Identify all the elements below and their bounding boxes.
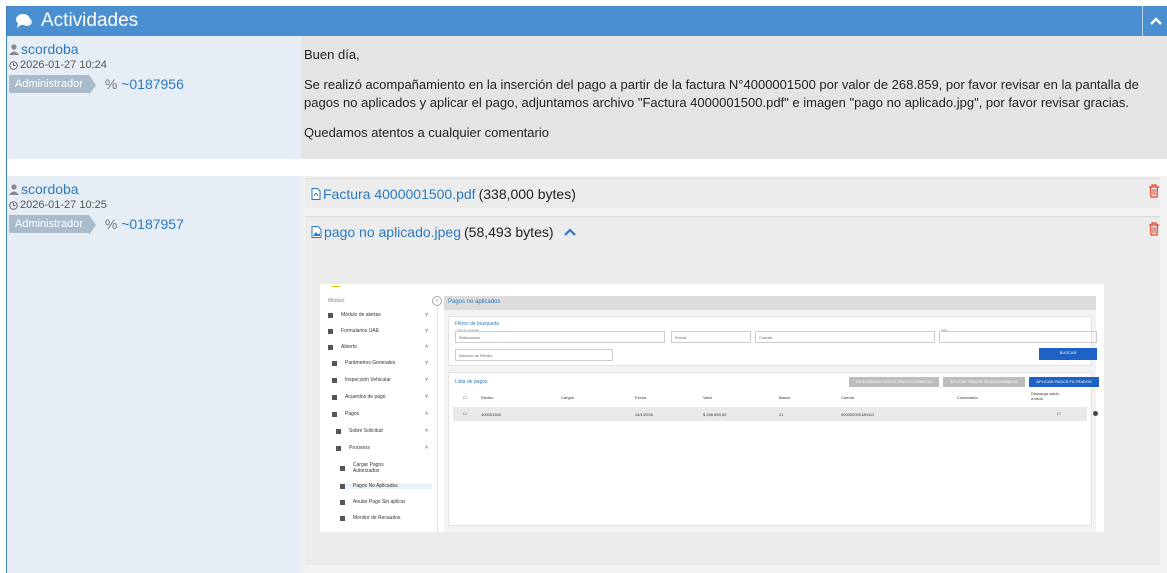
activities-panel: Actividades scordoba 2026-01-27 10:24 Ad… [6,6,1167,573]
image-preview[interactable]: Módulo Módulo de alertas ˅ Formularios UA… [319,283,1105,533]
paragraph: Se realizó acompañamiento en la inserció… [304,77,1139,110]
attachment-item: pago no aplicado.jpeg (58,493 bytes) Mód… [305,216,1160,565]
activity-entry: scordoba 2026-01-27 10:25 Administrador … [7,176,1167,573]
user-link[interactable]: scordoba [9,181,301,197]
role-badge: Administrador [9,215,96,235]
link-icon: % [104,216,118,232]
attachment-size: (58,493 bytes) [464,224,554,240]
attachment-size: (338,000 bytes) [478,186,576,202]
clock-icon [9,200,18,210]
preview-sidebar-top: Módulo [328,298,345,304]
date-text: 2026-01-27 10:25 [20,199,107,211]
pdf-file-icon [311,188,321,200]
preview-sidebar-item: Monitor de Recaudos [340,515,432,521]
role-badge: Administrador [9,75,96,95]
chevron-up-icon [1149,17,1162,25]
preview-col: Banco [779,395,791,400]
user-icon [9,183,19,195]
entry-separator [7,159,1167,176]
user-icon [9,43,19,55]
preview-sidebar-item: Anular Pago Sin aplicar [340,499,432,505]
preview-sidebar-item: Formularios UAE ˅ [328,328,432,334]
attachment-link[interactable]: pago no aplicado.jpeg [324,224,461,240]
preview-table-row: ☐ 400001500 14/1/2026 $ 268.859,00 21 00… [453,407,1098,421]
preview-sidebar-item: Inspección Vehicular ˅ [332,377,432,383]
preview-sidebar-item: Módulo de alertas ˅ [328,312,432,318]
preview-value-input [939,331,1097,343]
preview-col: Cuenta [841,395,854,400]
info-icon [1093,411,1098,416]
collapse-button[interactable] [1142,6,1167,36]
preview-col: Comentario [957,395,978,400]
attachment-item: Factura 4000001500.pdf (338,000 bytes) [305,178,1160,208]
preview-col: Fecha [635,395,647,400]
comments-icon [16,14,32,28]
panel-title: Actividades [41,10,139,31]
preview-date-input: Fecha [671,331,751,343]
preview-search-button: BUSCAR [1039,348,1097,360]
trash-icon[interactable] [1148,222,1160,236]
preview-sidebar-item: Parámetros Generales ˅ [332,360,432,366]
paragraph: Quedamos atentos a cualquier comentario [304,125,549,140]
preview-list: Lista de pagos DESCARGAR PAGOS SELECCION… [448,372,1099,526]
image-file-icon [311,226,322,238]
preview-apply-selected-button: APLICAR PAGOS SELECCIONADOS [943,377,1025,387]
entry-meta: scordoba 2026-01-27 10:25 Administrador … [7,176,301,573]
paragraph: Buen día, [304,47,360,62]
preview-sidebar-item: Acuerdos de pago ˅ [332,394,432,400]
panel-header: Actividades [7,6,1167,36]
preview-col: Valor [703,395,713,400]
preview-download-button: DESCARGAR PAGOS SELECCIONADOS [849,377,939,387]
note-link[interactable]: % ~0187957 [105,216,184,232]
entry-text: Buen día, Se realizó acompañamiento en l… [301,36,1167,159]
timestamp: 2026-01-27 10:24 [9,59,301,71]
date-text: 2026-01-27 10:24 [20,59,107,71]
activity-entry: scordoba 2026-01-27 10:24 Administrador … [7,36,1167,159]
preview-account-input: Cuenta [755,331,935,343]
preview-sidebar-item: Abierto ˄ [328,344,432,350]
preview-main: Pagos no aplicados Filtros de búsqueda S… [444,296,1099,532]
preview-title: Pagos no aplicados [444,296,1096,310]
attachment-link[interactable]: Factura 4000001500.pdf [323,186,476,202]
sidebar-toggle: ‹ [432,296,442,306]
preview-type-select: Seleccionar [455,331,665,343]
preview-col-check: ☐ [463,395,467,400]
chevron-up-icon[interactable] [563,228,576,236]
note-id: ~0187956 [121,76,184,92]
link-icon: % [104,76,118,92]
preview-receipt-input: Número de Recibo [455,349,613,361]
preview-col: Recibo [481,395,494,400]
preview-sidebar-item: Cargar Pagos Autorizados [340,462,410,474]
entry-meta: scordoba 2026-01-27 10:24 Administrador … [7,36,301,159]
preview-value-label: Valor [941,328,948,332]
preview-filters: Filtros de búsqueda Seleccionar Tipo de … [448,316,1097,366]
user-link[interactable]: scordoba [9,41,301,57]
logo-mark [332,286,340,287]
preview-sidebar: Módulo Módulo de alertas ˅ Formularios UA… [320,296,438,532]
note-id: ~0187957 [121,216,184,232]
preview-col: Cargue [561,395,575,400]
preview-sidebar-item-active: Pagos No Aplicados [340,483,432,489]
entry-tags: Administrador % ~0187956 [9,75,301,95]
clock-icon [9,60,18,70]
preview-sidebar-item: Sobre Solicitud ˅ [336,428,432,434]
entry-attachments: Factura 4000001500.pdf (338,000 bytes) p… [301,176,1167,573]
note-link[interactable]: % ~0187956 [105,76,184,92]
username: scordoba [21,41,79,57]
preview-sidebar-item: Pagos ˄ [332,411,432,417]
preview-apply-filtered-button: APLICAR PAGOS FILTRADOS [1029,377,1099,387]
preview-list-title: Lista de pagos [455,379,488,385]
entry-tags: Administrador % ~0187957 [9,215,301,235]
username: scordoba [21,181,79,197]
preview-type-label: Tipo de consulta [457,328,479,332]
timestamp: 2026-01-27 10:25 [9,199,301,211]
preview-col: Descarga saldo a favor [1031,391,1059,401]
trash-icon[interactable] [1148,184,1160,198]
preview-filters-title: Filtros de búsqueda [455,321,499,327]
preview-sidebar-item: Procesos ˄ [336,445,432,451]
